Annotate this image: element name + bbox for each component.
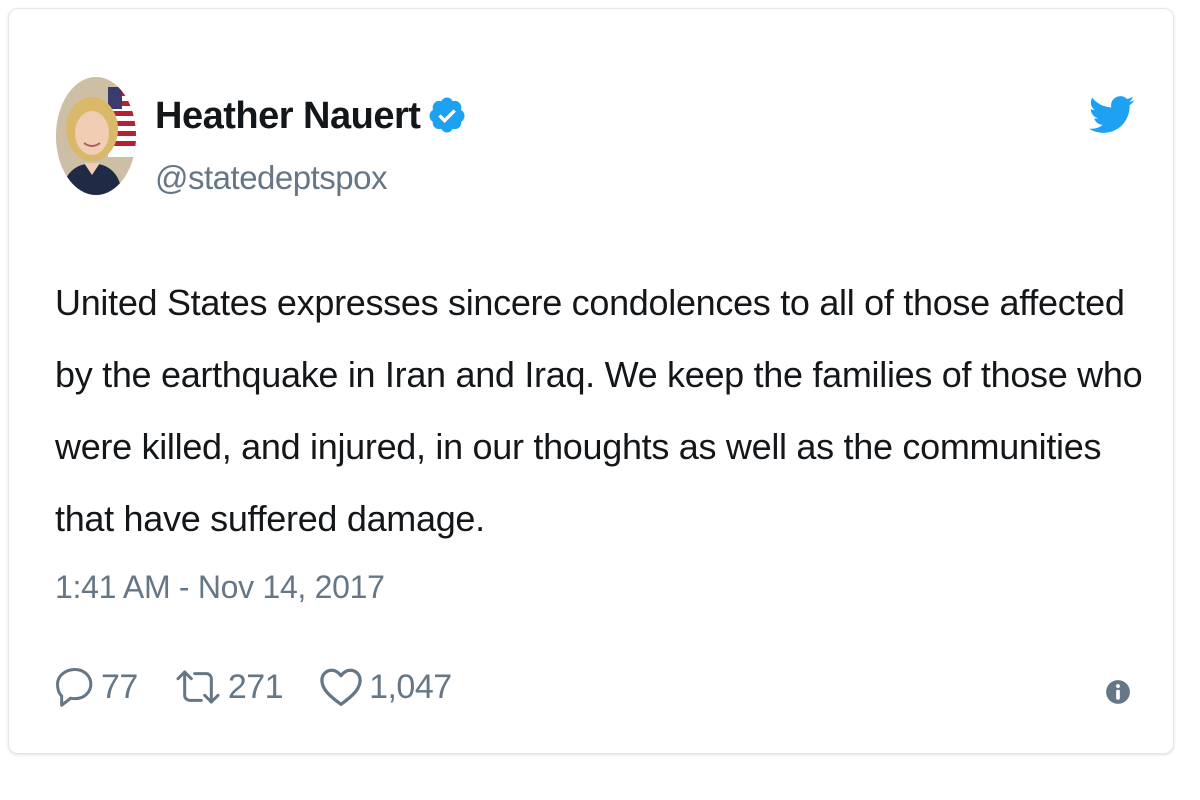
tweet-actions: 77 271 1,047 (55, 659, 488, 715)
verified-badge-icon (429, 97, 465, 133)
author-handle[interactable]: @statedeptspox (155, 159, 387, 197)
tweet-card: Heather Nauert @statedeptspox United Sta… (8, 8, 1174, 754)
tweet-text: United States expresses sincere condolen… (55, 282, 1143, 539)
reply-count: 77 (101, 667, 138, 706)
reply-icon (56, 668, 93, 707)
twitter-bird-icon[interactable] (1089, 95, 1135, 135)
retweet-button[interactable]: 271 (174, 667, 284, 707)
info-icon[interactable] (1105, 679, 1131, 705)
retweet-count: 271 (227, 667, 284, 706)
avatar[interactable] (56, 77, 136, 195)
author-name[interactable]: Heather Nauert (155, 95, 421, 138)
like-button[interactable]: 1,047 (319, 667, 452, 707)
retweet-icon (176, 670, 220, 704)
reply-button[interactable]: 77 (55, 665, 138, 709)
tweet-timestamp[interactable]: 1:41 AM - Nov 14, 2017 (55, 569, 385, 606)
like-count: 1,047 (369, 667, 452, 706)
heart-icon (320, 668, 362, 706)
